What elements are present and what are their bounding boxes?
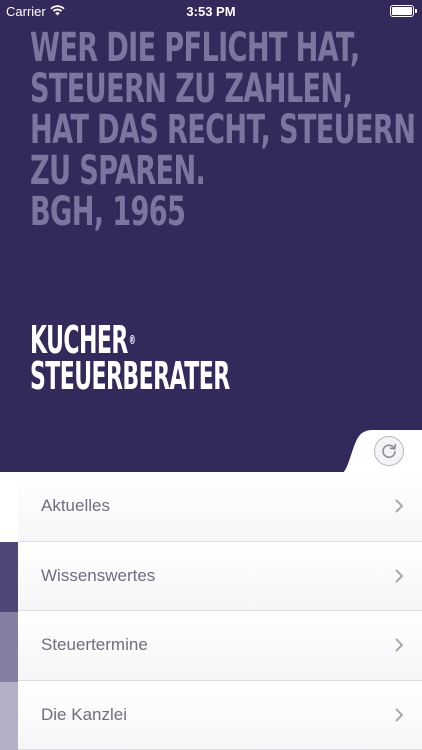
menu-item-steuertermine[interactable]: Steuertermine <box>18 611 422 681</box>
quote-source: BGH, 1965 <box>30 189 186 235</box>
quote-line: WER DIE PFLICHT HAT, <box>30 25 360 71</box>
side-strip <box>0 682 18 750</box>
company-logo: KUCHER® STEUERBERATER <box>30 321 230 398</box>
battery-icon <box>390 5 417 17</box>
side-strip <box>0 542 18 612</box>
refresh-icon <box>382 443 397 458</box>
chevron-right-icon <box>395 569 403 583</box>
status-bar: Carrier 3:53 PM <box>0 0 422 22</box>
refresh-button[interactable] <box>374 436 404 466</box>
menu-item-label: Steuertermine <box>41 635 148 655</box>
hero-banner: WER DIE PFLICHT HAT, STEUERN ZU ZAHLEN, … <box>0 0 422 472</box>
main-menu: Aktuelles Wissenswertes Steuertermine Di… <box>18 472 422 750</box>
side-strip <box>0 472 18 542</box>
registered-mark: ® <box>128 333 136 347</box>
quote-line: ZU SPAREN. <box>30 148 206 194</box>
logo-line2: STEUERBERATER <box>30 354 230 398</box>
menu-item-die-kanzlei[interactable]: Die Kanzlei <box>18 680 422 750</box>
menu-item-label: Die Kanzlei <box>41 704 127 724</box>
status-time: 3:53 PM <box>186 4 236 19</box>
chevron-right-icon <box>395 638 403 652</box>
chevron-right-icon <box>395 499 403 513</box>
chevron-right-icon <box>395 708 403 722</box>
quote-text: WER DIE PFLICHT HAT, STEUERN ZU ZAHLEN, … <box>30 25 416 235</box>
menu-item-label: Wissenswertes <box>41 565 156 585</box>
menu-item-aktuelles[interactable]: Aktuelles <box>18 472 422 542</box>
menu-item-label: Aktuelles <box>41 496 110 516</box>
quote-line: STEUERN ZU ZAHLEN, <box>30 66 353 112</box>
side-strip <box>0 612 18 682</box>
menu-item-wissenswertes[interactable]: Wissenswertes <box>18 541 422 611</box>
quote-line: HAT DAS RECHT, STEUERN <box>30 107 416 153</box>
